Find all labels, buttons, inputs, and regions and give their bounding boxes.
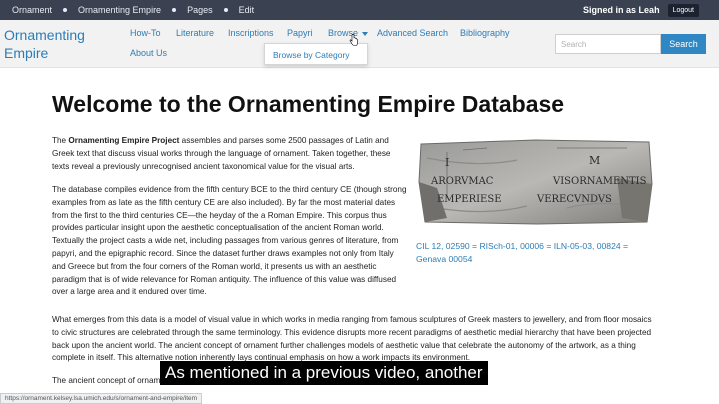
page-title: Welcome to the Ornamenting Empire Databa… [52, 91, 565, 117]
browser-status-bar: https://ornament.kelsey.lsa.umich.edu/s/… [0, 393, 203, 404]
signed-in-text: Signed in as Leah [583, 5, 660, 15]
separator-dot [223, 8, 228, 12]
admin-link-edit[interactable]: Edit [239, 5, 255, 15]
hand-cursor-icon [349, 34, 358, 46]
svg-text:VISORNAMENTIS: VISORNAMENTIS [552, 176, 647, 187]
admin-link-ornament[interactable]: Ornament [12, 5, 52, 15]
nav-literature[interactable]: Literature [176, 28, 214, 38]
intro-prefix: The [52, 136, 69, 145]
nav-advanced-search[interactable]: Advanced Search [377, 28, 448, 38]
brand-line-2: Empire [4, 45, 49, 61]
separator-dot [172, 8, 177, 12]
inscription-image[interactable]: I M ARORVMAC VISORNAMENTIS EMPERIESE VER… [417, 138, 653, 226]
svg-text:I: I [445, 156, 449, 169]
intro-paragraph: The Ornamenting Empire Project assembles… [52, 135, 407, 173]
dropdown-item-browse-by-category[interactable]: Browse by Category [273, 50, 350, 60]
nav-inscriptions[interactable]: Inscriptions [228, 28, 274, 38]
site-brand[interactable]: Ornamenting Empire [4, 26, 85, 62]
admin-bar: Ornament Ornamenting Empire Pages Edit S… [0, 0, 719, 20]
brand-line-1: Ornamenting [4, 27, 85, 43]
emerges-paragraph: What emerges from this data is a model o… [52, 315, 652, 363]
separator-dot [63, 8, 68, 12]
logout-button[interactable]: Logout [667, 3, 699, 17]
nav-about-us[interactable]: About Us [130, 48, 167, 58]
search-input[interactable] [555, 34, 661, 54]
project-name: Ornamenting Empire Project [68, 136, 180, 145]
browse-dropdown: Browse by Category [264, 43, 368, 65]
search-button[interactable]: Search [661, 34, 706, 54]
admin-breadcrumb: Ornament Ornamenting Empire Pages Edit [12, 0, 254, 20]
nav-papyri[interactable]: Papyri [287, 28, 313, 38]
svg-text:M: M [589, 154, 600, 167]
admin-user: Signed in as Leah Logout [583, 0, 699, 20]
nav-browse[interactable]: Browse [328, 28, 369, 38]
nav-bibliography[interactable]: Bibliography [460, 28, 510, 38]
image-caption[interactable]: CIL 12, 02590 = RISch-01, 00006 = ILN-05… [416, 240, 656, 266]
svg-text:ARORVMAC: ARORVMAC [430, 176, 494, 187]
video-subtitle: As mentioned in a previous video, anothe… [160, 361, 488, 385]
chevron-down-icon [362, 31, 369, 36]
admin-link-pages[interactable]: Pages [187, 5, 213, 15]
nav-how-to[interactable]: How-To [130, 28, 161, 38]
admin-link-ornamenting-empire[interactable]: Ornamenting Empire [78, 5, 161, 15]
svg-text:EMPERIESE: EMPERIESE [437, 194, 502, 205]
svg-text:VERECVNDVS: VERECVNDVS [536, 194, 612, 205]
database-paragraph: The database compiles evidence from the … [52, 185, 407, 297]
